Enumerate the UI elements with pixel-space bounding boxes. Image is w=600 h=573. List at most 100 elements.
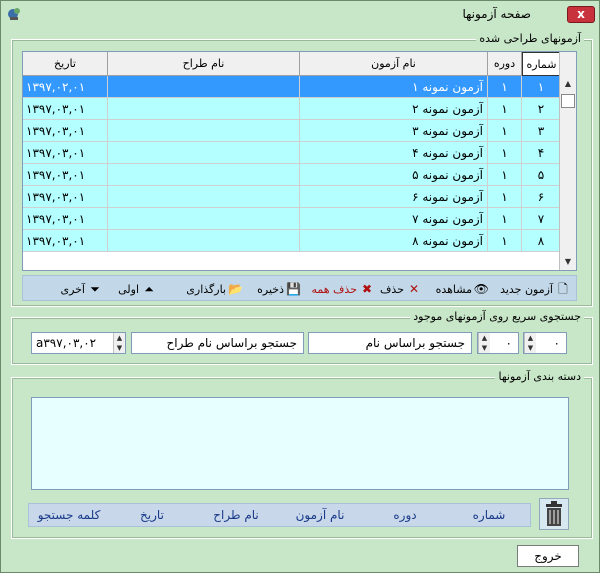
delete-button[interactable]: ✕ حذف xyxy=(380,280,421,298)
cell-date: ۱۳۹۷,۰۲,۰۱ xyxy=(23,76,108,98)
category-keyword-button[interactable]: کلمه جستجو xyxy=(28,504,110,526)
last-button[interactable]: ⏷ آخری xyxy=(60,280,102,298)
search-period-stepper[interactable]: ۰ ▲ ▼ xyxy=(477,332,519,354)
spin-down-icon[interactable]: ▼ xyxy=(479,343,490,353)
search-period-spin[interactable]: ▲ ▼ xyxy=(478,333,490,353)
exams-group-label: آزمونهای طراحی شده xyxy=(476,32,584,45)
cell-exam-name: آزمون نمونه ۴ xyxy=(300,142,488,164)
category-designer-button[interactable]: نام طراح xyxy=(194,504,278,526)
cell-designer xyxy=(108,208,300,230)
delete-x-icon: ✕ xyxy=(408,282,420,296)
cell-designer xyxy=(108,76,300,98)
cell-period: ۱ xyxy=(488,186,522,208)
exams-grid[interactable]: شماره دوره نام آزمون نام طراح تاریخ ۱ ۱ آز… xyxy=(22,51,577,271)
search-number-spin[interactable]: ▲ ▼ xyxy=(524,333,536,353)
load-button[interactable]: 📂بارگذاری xyxy=(186,280,243,298)
title-bar: صفحه آزمونها x xyxy=(1,1,599,27)
spin-down-icon[interactable]: ▼ xyxy=(525,343,536,353)
cell-period: ۱ xyxy=(488,230,522,252)
scroll-thumb[interactable] xyxy=(561,94,575,108)
floppy-disk-icon: 💾 xyxy=(286,282,301,296)
search-designer-input[interactable]: جستجو براساس نام طراح xyxy=(131,332,304,354)
category-search-bar: شماره دوره نام آزمون نام طراح تاریخ کلمه… xyxy=(28,503,531,527)
cell-date: ۱۳۹۷,۰۳,۰۱ xyxy=(23,120,108,142)
new-exam-button[interactable]: 🗋 آزمون جدید xyxy=(500,280,570,298)
cell-number: ۵ xyxy=(522,164,561,186)
cell-date: ۱۳۹۷,۰۳,۰۱ xyxy=(23,186,108,208)
cell-exam-name: آزمون نمونه ۵ xyxy=(300,164,488,186)
cell-number: ۲ xyxy=(522,98,561,120)
new-document-icon: 🗋 xyxy=(558,282,568,296)
cell-period: ۱ xyxy=(488,164,522,186)
search-name-input[interactable]: جستجو براساس نام xyxy=(308,332,472,354)
categories-text-area[interactable] xyxy=(31,397,569,490)
cell-exam-name: آزمون نمونه ۷ xyxy=(300,208,488,230)
search-date-spin[interactable]: ▲ ▼ xyxy=(113,333,125,353)
delete-label: حذف xyxy=(380,283,404,296)
search-date-value: a۳۹۷,۰۳,۰۲ xyxy=(36,336,97,350)
cell-designer xyxy=(108,120,300,142)
delete-all-icon: ✖ xyxy=(361,282,373,296)
cell-period: ۱ xyxy=(488,76,522,98)
column-header-number[interactable]: شماره xyxy=(522,52,561,76)
cell-exam-name: آزمون نمونه ۲ xyxy=(300,98,488,120)
search-date-stepper[interactable]: a۳۹۷,۰۳,۰۲ ▲ ▼ xyxy=(31,332,126,354)
grid-vertical-scrollbar[interactable]: ▲ ▼ xyxy=(559,52,576,270)
category-number-button[interactable]: شماره xyxy=(448,504,530,526)
save-button[interactable]: 💾ذخیره xyxy=(257,280,301,298)
view-label: مشاهده xyxy=(435,283,472,296)
load-label: بارگذاری xyxy=(186,283,226,296)
table-row[interactable]: ۵ ۱ آزمون نمونه ۵ ۱۳۹۷,۰۳,۰۱ xyxy=(23,164,561,186)
cell-designer xyxy=(108,98,300,120)
cell-period: ۱ xyxy=(488,208,522,230)
cell-number: ۴ xyxy=(522,142,561,164)
exit-button[interactable]: خروج xyxy=(517,545,579,567)
spin-down-icon[interactable]: ▼ xyxy=(114,343,125,353)
cell-exam-name: آزمون نمونه ۸ xyxy=(300,230,488,252)
cell-number: ۸ xyxy=(522,230,561,252)
cell-date: ۱۳۹۷,۰۳,۰۱ xyxy=(23,164,108,186)
table-row[interactable]: ۶ ۱ آزمون نمونه ۶ ۱۳۹۷,۰۳,۰۱ xyxy=(23,186,561,208)
column-header-period[interactable]: دوره xyxy=(488,52,522,76)
cell-designer xyxy=(108,164,300,186)
category-date-button[interactable]: تاریخ xyxy=(110,504,194,526)
search-number-value: ۰ xyxy=(553,336,560,350)
column-header-date[interactable]: تاریخ xyxy=(23,52,108,76)
cell-exam-name: آزمون نمونه ۳ xyxy=(300,120,488,142)
spin-up-icon[interactable]: ▲ xyxy=(525,333,536,343)
cell-number: ۳ xyxy=(522,120,561,142)
search-number-stepper[interactable]: ۰ ▲ ▼ xyxy=(523,332,567,354)
table-row[interactable]: ۲ ۱ آزمون نمونه ۲ ۱۳۹۷,۰۳,۰۱ xyxy=(23,98,561,120)
scroll-down-arrow-icon[interactable]: ▼ xyxy=(560,254,576,270)
column-header-exam-name[interactable]: نام آزمون xyxy=(300,52,488,76)
eye-icon: 👁 xyxy=(473,282,489,296)
cell-exam-name: آزمون نمونه ۶ xyxy=(300,186,488,208)
exams-toolbar: 🗋 آزمون جدید 👁مشاهده ✕ حذف ✖ حذف همه 💾ذخیره… xyxy=(22,275,577,301)
category-period-button[interactable]: دوره xyxy=(362,504,448,526)
column-header-designer[interactable]: نام طراح xyxy=(108,52,300,76)
category-exam-name-button[interactable]: نام آزمون xyxy=(278,504,362,526)
table-row[interactable]: ۴ ۱ آزمون نمونه ۴ ۱۳۹۷,۰۳,۰۱ xyxy=(23,142,561,164)
table-row[interactable]: ۳ ۱ آزمون نمونه ۳ ۱۳۹۷,۰۳,۰۱ xyxy=(23,120,561,142)
cell-period: ۱ xyxy=(488,142,522,164)
table-row[interactable]: ۱ ۱ آزمون نمونه ۱ ۱۳۹۷,۰۲,۰۱ xyxy=(23,76,561,98)
first-label: اولی xyxy=(118,283,139,296)
exams-window: صفحه آزمونها x آزمونهای طراحی شده شماره … xyxy=(0,0,600,573)
table-row[interactable]: ۷ ۱ آزمون نمونه ۷ ۱۳۹۷,۰۳,۰۱ xyxy=(23,208,561,230)
close-button[interactable]: x xyxy=(567,6,595,23)
first-button[interactable]: ⏶ اولی xyxy=(118,280,156,298)
cell-date: ۱۳۹۷,۰۳,۰۱ xyxy=(23,98,108,120)
cell-number: ۶ xyxy=(522,186,561,208)
cell-period: ۱ xyxy=(488,98,522,120)
table-row[interactable]: ۸ ۱ آزمون نمونه ۸ ۱۳۹۷,۰۳,۰۱ xyxy=(23,230,561,252)
delete-all-button[interactable]: ✖ حذف همه xyxy=(311,280,374,298)
open-folder-icon: 📂 xyxy=(228,282,243,296)
trash-bin-button[interactable] xyxy=(539,498,569,530)
new-exam-label: آزمون جدید xyxy=(500,283,553,296)
scroll-up-arrow-icon[interactable]: ▲ xyxy=(560,76,576,92)
spin-up-icon[interactable]: ▲ xyxy=(479,333,490,343)
spin-up-icon[interactable]: ▲ xyxy=(114,333,125,343)
last-record-icon: ⏷ xyxy=(90,282,100,296)
delete-all-label: حذف همه xyxy=(311,283,357,296)
view-button[interactable]: 👁مشاهده xyxy=(436,280,489,298)
